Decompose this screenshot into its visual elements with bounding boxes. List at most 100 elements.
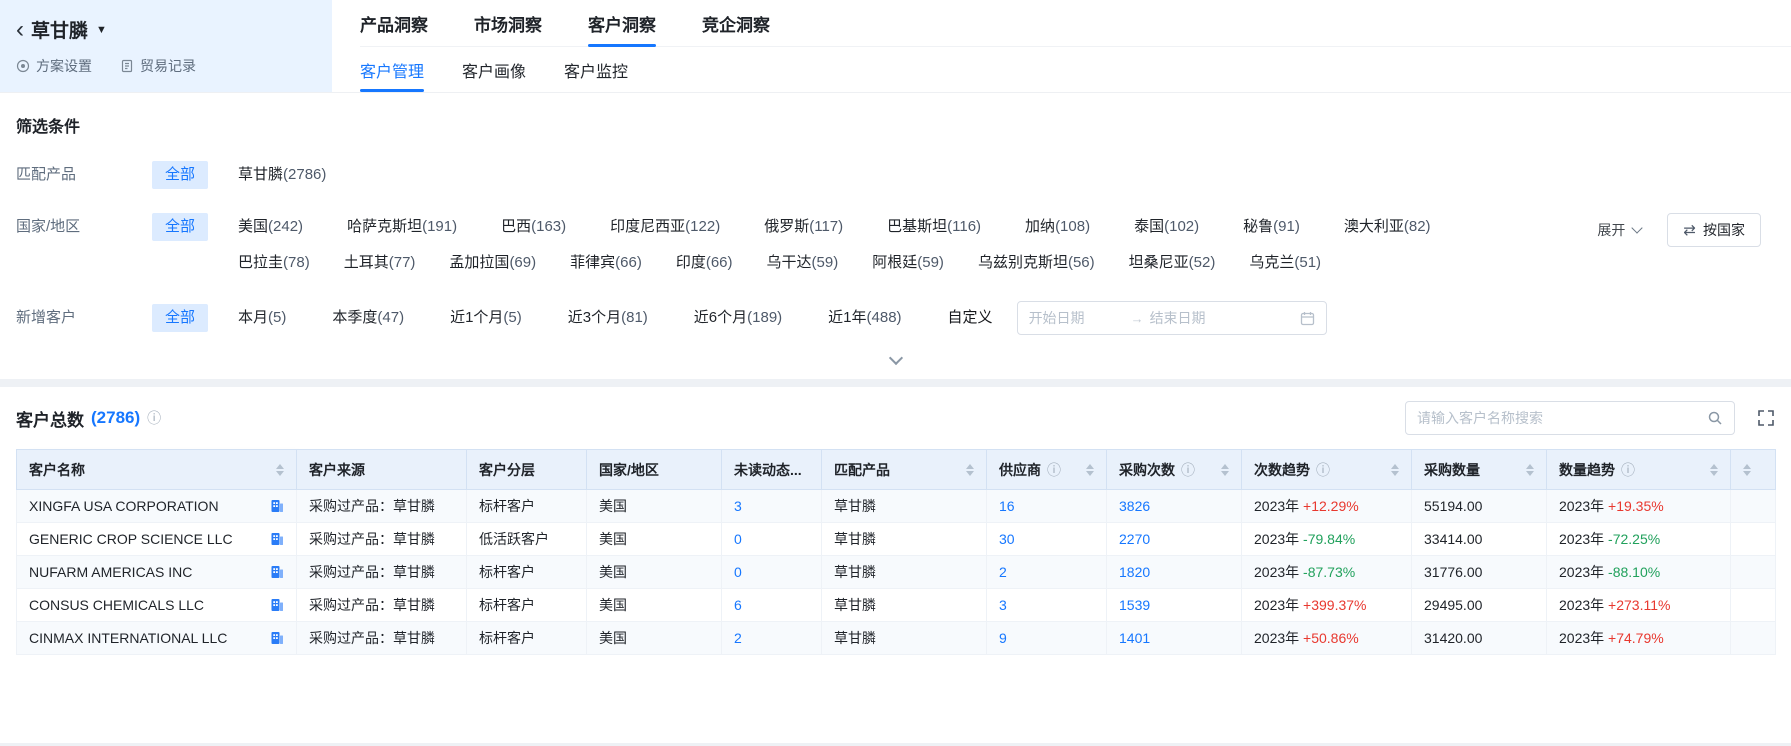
unread-count-link[interactable]: 3 [734,498,742,514]
purchase-count-link[interactable]: 3826 [1119,498,1150,514]
custom-range-link[interactable]: 自定义 [948,304,993,332]
company-report-icon[interactable] [270,499,284,513]
sort-icon[interactable] [1743,464,1751,476]
purchase-count-link[interactable]: 1401 [1119,630,1150,646]
sort-icon[interactable] [1526,464,1534,476]
customer-search-input[interactable] [1417,410,1699,426]
sort-icon[interactable] [276,464,284,476]
trade-records-link[interactable]: 贸易记录 [120,56,196,76]
period-option[interactable]: 本月(5) [238,304,286,332]
customer-name[interactable]: NUFARM AMERICAS INC [29,564,262,580]
unread-count-link[interactable]: 0 [734,531,742,547]
customer-search-box[interactable] [1405,401,1735,435]
company-report-icon[interactable] [270,598,284,612]
unread-count-link[interactable]: 2 [734,630,742,646]
collapse-filter-chevron-icon[interactable] [888,351,902,365]
country-all-chip[interactable]: 全部 [152,213,208,241]
period-option[interactable]: 近6个月(189) [694,304,782,332]
country-option[interactable]: 澳大利亚(82) [1344,213,1431,241]
info-icon[interactable]: ⓘ [1621,460,1635,480]
expand-countries-link[interactable]: 展开 [1597,220,1641,240]
search-icon[interactable] [1707,410,1723,426]
date-range-picker[interactable]: → [1017,301,1327,335]
period-option[interactable]: 近1年(488) [828,304,901,332]
sub-tab[interactable]: 客户监控 [564,47,628,92]
option-name: 土耳其 [344,254,389,271]
product-option[interactable]: 草甘膦(2786) [238,161,326,189]
sort-icon[interactable] [1086,464,1094,476]
sub-tab[interactable]: 客户管理 [360,47,424,92]
country-option[interactable]: 巴拉圭(78) [238,249,310,277]
country-option[interactable]: 秘鲁(91) [1243,213,1300,241]
country-option[interactable]: 巴基斯坦(116) [887,213,981,241]
end-date-input[interactable] [1150,310,1246,326]
country-option[interactable]: 加纳(108) [1025,213,1090,241]
main-tab[interactable]: 市场洞察 [474,0,542,46]
country-option[interactable]: 乌克兰(51) [1249,249,1321,277]
sort-icon[interactable] [966,464,974,476]
company-report-icon[interactable] [270,631,284,645]
sort-icon[interactable] [1391,464,1399,476]
purchase-count-link[interactable]: 1539 [1119,597,1150,613]
suppliers-count-link[interactable]: 2 [999,564,1007,580]
main-tab[interactable]: 客户洞察 [588,0,656,46]
suppliers-count-link[interactable]: 9 [999,630,1007,646]
suppliers-count-link[interactable]: 30 [999,531,1015,547]
period-option[interactable]: 近3个月(81) [568,304,648,332]
country-option[interactable]: 巴西(163) [501,213,566,241]
main-tab[interactable]: 竞企洞察 [702,0,770,46]
trend-year: 2023年 [1254,564,1299,580]
company-report-icon[interactable] [270,565,284,579]
country-option[interactable]: 俄罗斯(117) [764,213,843,241]
country-option[interactable]: 乌干达(59) [767,249,839,277]
customer-name[interactable]: CONSUS CHEMICALS LLC [29,597,262,613]
fullscreen-icon[interactable] [1757,409,1775,427]
country-option[interactable]: 美国(242) [238,213,303,241]
suppliers-count-link[interactable]: 16 [999,498,1015,514]
calendar-icon[interactable] [1300,311,1315,326]
product-header-panel: ‹ 草甘膦 ▼ 方案设置 贸易记录 [0,0,332,92]
country-option[interactable]: 泰国(102) [1134,213,1199,241]
purchase-count-link[interactable]: 2270 [1119,531,1150,547]
table-row: CINMAX INTERNATIONAL LLC 采购过产品：草甘膦 标杆客户 … [17,622,1776,655]
info-icon[interactable]: ⓘ [1316,460,1330,480]
product-dropdown-icon[interactable]: ▼ [96,24,107,36]
company-report-icon[interactable] [270,532,284,546]
customer-name[interactable]: GENERIC CROP SCIENCE LLC [29,531,262,547]
plan-settings-link[interactable]: 方案设置 [16,56,92,76]
by-country-button[interactable]: ⇄ 按国家 [1667,213,1761,247]
product-all-chip[interactable]: 全部 [152,161,208,189]
sort-icon[interactable] [1710,464,1718,476]
customer-name[interactable]: XINGFA USA CORPORATION [29,498,262,514]
country-option[interactable]: 坦桑尼亚(52) [1129,249,1216,277]
main-tab[interactable]: 产品洞察 [360,0,428,46]
start-date-input[interactable] [1029,310,1125,326]
country-option[interactable]: 乌兹别克斯坦(56) [978,249,1095,277]
new-customer-all-chip[interactable]: 全部 [152,304,208,332]
main-tab-label: 产品洞察 [360,11,428,36]
info-icon[interactable]: ⓘ [1181,460,1195,480]
info-icon[interactable]: ⓘ [1047,460,1061,480]
country-option[interactable]: 印度(66) [676,249,733,277]
unread-count-link[interactable]: 6 [734,597,742,613]
option-count: (5) [503,309,521,326]
country-option[interactable]: 菲律宾(66) [570,249,642,277]
sort-icon[interactable] [1221,464,1229,476]
table-row: GENERIC CROP SCIENCE LLC 采购过产品：草甘膦 低活跃客户… [17,523,1776,556]
purchase-count-link[interactable]: 1820 [1119,564,1150,580]
country-option[interactable]: 哈萨克斯坦(191) [347,213,457,241]
sub-tab[interactable]: 客户画像 [462,47,526,92]
country-option[interactable]: 阿根廷(59) [872,249,944,277]
info-icon[interactable]: ⓘ [147,408,161,428]
period-option[interactable]: 近1个月(5) [450,304,522,332]
option-name: 阿根廷 [872,254,917,271]
country-option[interactable]: 印度尼西亚(122) [610,213,720,241]
country-option[interactable]: 孟加拉国(69) [449,249,536,277]
period-option[interactable]: 本季度(47) [332,304,404,332]
country-option[interactable]: 土耳其(77) [344,249,416,277]
product-title[interactable]: 草甘膦 [31,16,88,43]
suppliers-count-link[interactable]: 3 [999,597,1007,613]
unread-count-link[interactable]: 0 [734,564,742,580]
customer-name[interactable]: CINMAX INTERNATIONAL LLC [29,630,262,646]
back-icon[interactable]: ‹ [16,20,24,40]
